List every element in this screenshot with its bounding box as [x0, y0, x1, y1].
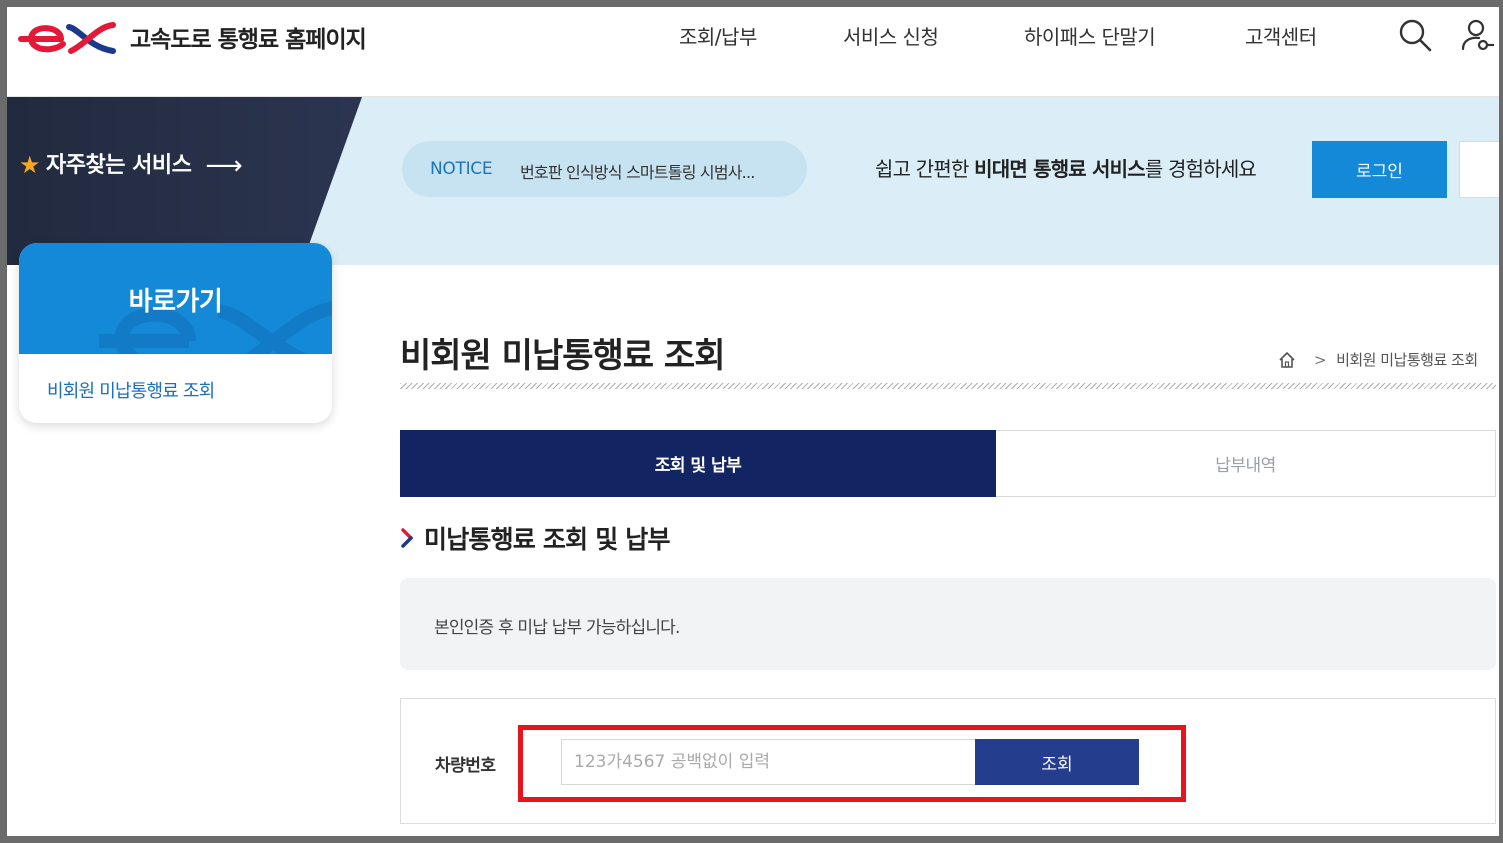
chevron-bullet-icon: [401, 528, 413, 548]
tab-lookup-payment[interactable]: 조회 및 납부: [400, 430, 996, 497]
info-text: 본인인증 후 미납 납부 가능하십니다.: [434, 618, 680, 638]
favorites-label: 자주찾는 서비스: [46, 153, 192, 178]
user-icon[interactable]: [1459, 17, 1495, 53]
tab-payment-history[interactable]: 납부내역: [996, 430, 1496, 497]
promo-text: 쉽고 간편한 비대면 통행료 서비스를 경험하세요: [875, 157, 1257, 181]
chevron-right-icon: >: [1314, 350, 1327, 369]
home-icon[interactable]: [1278, 351, 1296, 369]
nav-service-apply[interactable]: 서비스 신청: [843, 21, 939, 50]
page-title: 비회원 미납통행료 조회: [400, 336, 725, 376]
vehicle-search-form: 차량번호 조회: [400, 698, 1496, 824]
notice-text[interactable]: 번호판 인식방식 스마트톨링 시범사...: [520, 159, 755, 183]
site-title[interactable]: 고속도로 통행료 홈페이지: [130, 20, 367, 54]
favorites-link[interactable]: ★ 자주찾는 서비스 ⟶: [19, 147, 243, 181]
search-icon[interactable]: [1397, 17, 1433, 53]
shortcut-card: 바로가기 비회원 미납통행료 조회: [19, 243, 332, 423]
section-title-text: 미납통행료 조회 및 납부: [424, 525, 671, 554]
nav-hipass-device[interactable]: 하이패스 단말기: [1024, 21, 1156, 50]
breadcrumb: > 비회원 미납통행료 조회: [1278, 349, 1478, 370]
arrow-right-icon: ⟶: [205, 151, 243, 181]
breadcrumb-current[interactable]: 비회원 미납통행료 조회: [1336, 349, 1478, 370]
ex-logo-icon[interactable]: [17, 19, 121, 57]
lookup-button[interactable]: 조회: [975, 739, 1139, 785]
title-divider: [400, 383, 1496, 389]
info-box: 본인인증 후 미납 납부 가능하십니다.: [400, 578, 1496, 670]
star-icon: ★: [19, 151, 41, 179]
top-banner: ★ 자주찾는 서비스 ⟶ NOTICE 번호판 인식방식 스마트톨링 시범사... …: [7, 97, 1499, 265]
shortcut-header: 바로가기: [19, 243, 332, 354]
secondary-button[interactable]: [1459, 141, 1499, 198]
notice-bar[interactable]: NOTICE 번호판 인식방식 스마트톨링 시범사...: [402, 141, 807, 197]
favorites-panel: [7, 97, 362, 265]
shortcut-title: 바로가기: [128, 287, 223, 317]
vehicle-number-label: 차량번호: [435, 756, 496, 776]
nav-customer-center[interactable]: 고객센터: [1245, 21, 1317, 50]
vehicle-number-input[interactable]: [561, 739, 977, 785]
nav-lookup-payment[interactable]: 조회/납부: [679, 21, 757, 50]
notice-label: NOTICE: [430, 159, 493, 179]
site-header: 고속도로 통행료 홈페이지 조회/납부 서비스 신청 하이패스 단말기 고객센터: [7, 7, 1499, 97]
login-button[interactable]: 로그인: [1312, 141, 1447, 198]
shortcut-link-nonmember-unpaid[interactable]: 비회원 미납통행료 조회: [47, 377, 215, 403]
section-title: 미납통행료 조회 및 납부: [400, 520, 671, 556]
